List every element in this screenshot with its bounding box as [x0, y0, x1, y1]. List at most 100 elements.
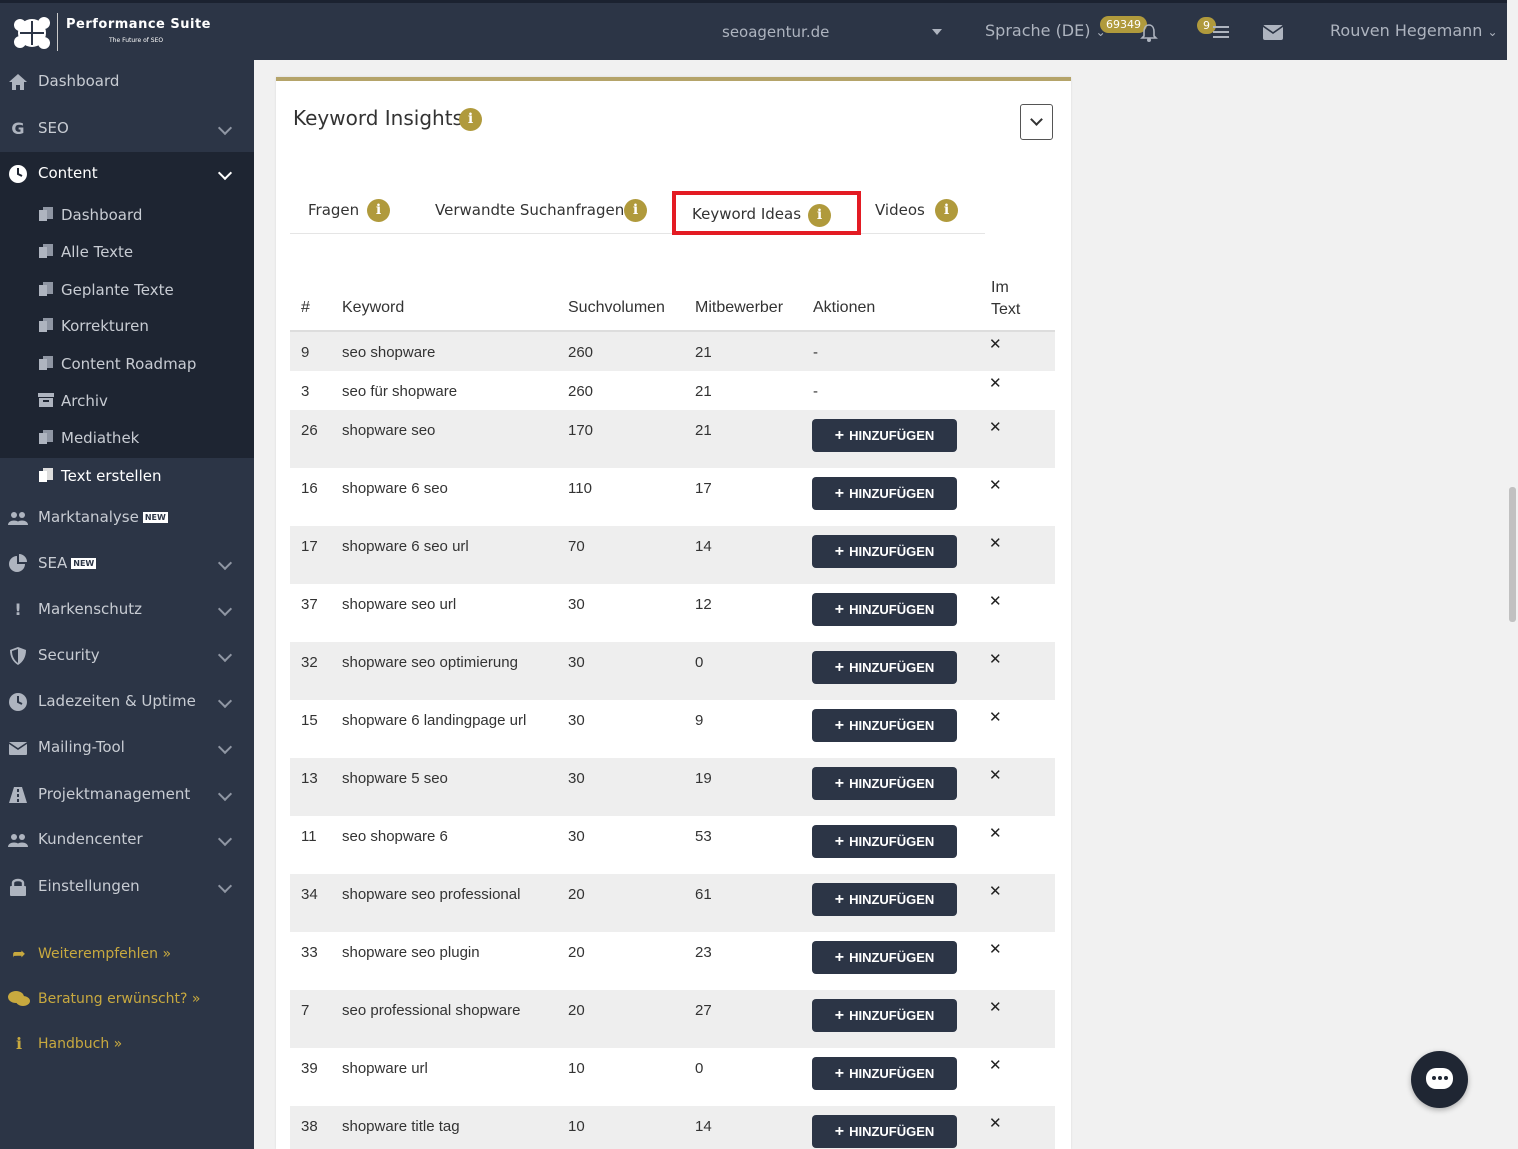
tab-fragen[interactable]: Fragen i: [294, 191, 404, 235]
files-icon: [39, 468, 53, 482]
submenu-item-alle-texte[interactable]: Alle Texte: [0, 234, 254, 270]
close-icon[interactable]: ✕: [989, 650, 1002, 668]
sidebar-item-label: Markenschutz: [38, 600, 143, 618]
add-keyword-button[interactable]: + HINZUFÜGEN: [812, 825, 957, 858]
close-icon[interactable]: ✕: [989, 476, 1002, 494]
table-row: 32 shopware seo optimierung 30 0 + HINZUFÜGEN…: [290, 642, 1055, 700]
sidebar-item-security[interactable]: Security: [0, 634, 254, 678]
column-header-num: #: [301, 299, 310, 316]
submenu-item-archiv[interactable]: Archiv: [0, 383, 254, 419]
info-icon[interactable]: i: [808, 204, 831, 227]
user-menu[interactable]: Rouven Hegemann ⌄: [1330, 21, 1498, 40]
brand-name: Performance Suite: [66, 17, 211, 32]
add-keyword-button[interactable]: + HINZUFÜGEN: [812, 883, 957, 916]
cell-competitors: 14: [695, 1118, 712, 1135]
plus-icon: +: [834, 543, 845, 560]
add-keyword-button[interactable]: + HINZUFÜGEN: [812, 477, 957, 510]
cell-volume: 70: [568, 538, 585, 555]
close-icon[interactable]: ✕: [989, 1056, 1002, 1074]
cell-volume: 20: [568, 886, 585, 903]
close-icon[interactable]: ✕: [989, 708, 1002, 726]
domain-selector[interactable]: seoagentur.de: [722, 23, 829, 41]
add-button-label: HINZUFÜGEN: [849, 1124, 935, 1139]
add-keyword-button[interactable]: + HINZUFÜGEN: [812, 651, 957, 684]
sidebar-item-ladezeiten[interactable]: Ladezeiten & Uptime: [0, 680, 254, 724]
add-button-label: HINZUFÜGEN: [849, 486, 935, 501]
close-icon[interactable]: ✕: [989, 1114, 1002, 1132]
cell-action: -: [813, 344, 818, 361]
submenu-item-mediathek[interactable]: Mediathek: [0, 420, 254, 456]
sidebar-item-marktanalyse[interactable]: Marktanalyse NEW: [0, 496, 254, 540]
table-row: 15 shopware 6 landingpage url 30 9 + HINZUFÜG…: [290, 700, 1055, 758]
close-icon[interactable]: ✕: [989, 592, 1002, 610]
tab-verwandte-suchanfragen[interactable]: Verwandte Suchanfragen i: [421, 191, 656, 235]
sidebar-item-kundencenter[interactable]: Kundencenter: [0, 818, 254, 862]
language-selector[interactable]: Sprache (DE) ⌄: [985, 21, 1106, 40]
submenu-item-korrekturen[interactable]: Korrekturen: [0, 308, 254, 344]
add-keyword-button[interactable]: + HINZUFÜGEN: [812, 1115, 957, 1148]
add-button-label: HINZUFÜGEN: [849, 1066, 935, 1081]
submenu-item-geplante-texte[interactable]: Geplante Texte: [0, 272, 254, 308]
task-list-icon[interactable]: [1207, 24, 1229, 40]
close-icon[interactable]: ✕: [989, 940, 1002, 958]
sidebar-item-content[interactable]: Content: [0, 152, 254, 196]
tab-videos[interactable]: Videos i: [861, 191, 971, 235]
add-keyword-button[interactable]: + HINZUFÜGEN: [812, 1057, 957, 1090]
info-icon[interactable]: i: [367, 199, 390, 222]
files-icon: [39, 356, 53, 370]
add-keyword-button[interactable]: + HINZUFÜGEN: [812, 767, 957, 800]
collapse-button[interactable]: [1020, 104, 1053, 140]
submenu-item-dashboard[interactable]: Dashboard: [0, 197, 254, 233]
caret-down-icon[interactable]: [932, 29, 942, 35]
add-keyword-button[interactable]: + HINZUFÜGEN: [812, 709, 957, 742]
info-icon[interactable]: i: [935, 199, 958, 222]
link-beratung[interactable]: Beratung erwünscht? »: [0, 985, 254, 1015]
add-keyword-button[interactable]: + HINZUFÜGEN: [812, 593, 957, 626]
add-keyword-button[interactable]: + HINZUFÜGEN: [812, 941, 957, 974]
chevron-down-icon: [217, 878, 233, 894]
table-row: 7 seo professional shopware 20 27 + HINZUFÜGE…: [290, 990, 1055, 1048]
info-icon[interactable]: i: [624, 199, 647, 222]
close-icon[interactable]: ✕: [989, 824, 1002, 842]
close-icon[interactable]: ✕: [989, 534, 1002, 552]
submenu-item-label: Archiv: [61, 392, 108, 410]
add-keyword-button[interactable]: + HINZUFÜGEN: [812, 535, 957, 568]
tab-keyword-ideas[interactable]: Keyword Ideas i: [672, 191, 861, 235]
close-icon[interactable]: ✕: [989, 418, 1002, 436]
sidebar-item-projektmanagement[interactable]: Projektmanagement: [0, 773, 254, 817]
add-keyword-button[interactable]: + HINZUFÜGEN: [812, 999, 957, 1032]
close-icon[interactable]: ✕: [989, 374, 1002, 392]
submenu-item-content-roadmap[interactable]: Content Roadmap: [0, 346, 254, 382]
info-icon[interactable]: i: [459, 108, 482, 131]
scrollbar-thumb[interactable]: [1509, 487, 1516, 622]
sidebar-item-einstellungen[interactable]: Einstellungen: [0, 865, 254, 909]
sidebar-item-mailing-tool[interactable]: Mailing-Tool: [0, 726, 254, 770]
link-weiterempfehlen[interactable]: ➦ Weiterempfehlen »: [0, 940, 254, 970]
sidebar-item-markenschutz[interactable]: ! Markenschutz: [0, 588, 254, 632]
cell-competitors: 0: [695, 654, 704, 671]
cell-action: -: [813, 383, 818, 400]
close-icon[interactable]: ✕: [989, 766, 1002, 784]
close-icon[interactable]: ✕: [989, 335, 1002, 353]
close-icon[interactable]: ✕: [989, 882, 1002, 900]
add-keyword-button[interactable]: + HINZUFÜGEN: [812, 419, 957, 452]
chat-button[interactable]: [1411, 1051, 1468, 1108]
sidebar-item-dashboard[interactable]: Dashboard: [0, 60, 254, 104]
plus-icon: +: [834, 427, 845, 444]
submenu-item-label: Geplante Texte: [61, 281, 174, 299]
close-icon[interactable]: ✕: [989, 998, 1002, 1016]
sidebar-item-seo[interactable]: G SEO: [0, 107, 254, 151]
cell-keyword: shopware 5 seo: [342, 770, 448, 787]
submenu-item-text-erstellen[interactable]: Text erstellen: [0, 458, 254, 496]
envelope-icon: [8, 742, 28, 755]
link-handbuch[interactable]: i Handbuch »: [0, 1030, 254, 1060]
page-scrollbar[interactable]: [1507, 0, 1518, 1149]
column-header-actions: Aktionen: [813, 299, 876, 316]
logo-icon[interactable]: [10, 15, 54, 51]
cell-volume: 10: [568, 1060, 585, 1077]
envelope-icon[interactable]: [1263, 25, 1283, 40]
bell-icon[interactable]: [1140, 23, 1158, 43]
sidebar-item-sea[interactable]: SEA NEW: [0, 542, 254, 586]
link-label: Weiterempfehlen »: [38, 946, 172, 962]
plus-icon: +: [834, 1007, 845, 1024]
